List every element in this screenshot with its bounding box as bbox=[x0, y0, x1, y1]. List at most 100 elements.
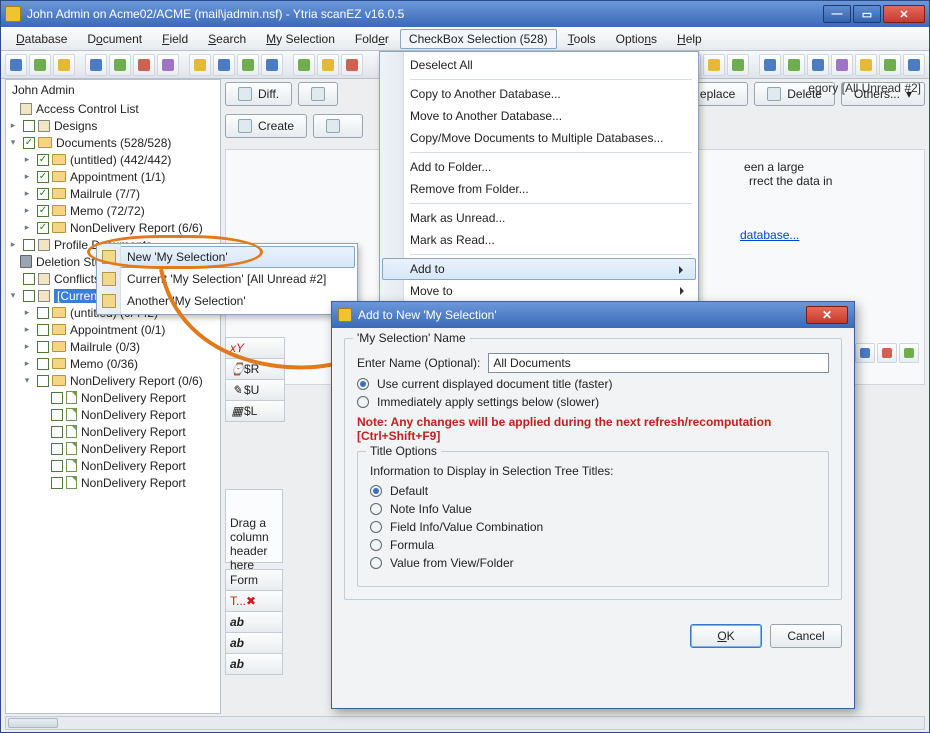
menu-mark-read[interactable]: Mark as Read... bbox=[382, 229, 696, 251]
tree-ndr-item[interactable]: NonDelivery Report bbox=[6, 389, 220, 406]
tool-icon[interactable] bbox=[189, 54, 211, 76]
menu-tools[interactable]: Tools bbox=[559, 29, 605, 49]
tool-icon[interactable] bbox=[341, 54, 363, 76]
cancel-button[interactable]: Cancel bbox=[770, 624, 842, 648]
tree-sub-mailrule[interactable]: ▸Mailrule (0/3) bbox=[6, 338, 220, 355]
menu-my-selection[interactable]: My Selection bbox=[257, 29, 344, 49]
group-drop-area[interactable]: Drag a column header here bbox=[225, 489, 283, 563]
tree-ndr-item[interactable]: NonDelivery Report bbox=[6, 423, 220, 440]
selection-name-input[interactable] bbox=[488, 353, 829, 373]
create-icon bbox=[238, 119, 252, 133]
tool-icon[interactable] bbox=[703, 54, 725, 76]
folder-icon bbox=[52, 222, 66, 233]
tree-sub-appointment[interactable]: ▸Appointment (0/1) bbox=[6, 321, 220, 338]
grid-header[interactable]: xY bbox=[225, 337, 285, 359]
navigation-tree[interactable]: John Admin Access Control List ▸Designs … bbox=[5, 79, 221, 714]
tool-icon[interactable] bbox=[855, 54, 877, 76]
menu-add-folder[interactable]: Add to Folder... bbox=[382, 156, 696, 178]
values-button[interactable] bbox=[298, 82, 338, 106]
menu-field[interactable]: Field bbox=[153, 29, 197, 49]
tool-icon[interactable] bbox=[109, 54, 131, 76]
radio-apply-settings[interactable] bbox=[357, 396, 369, 408]
tree-appointment[interactable]: ▸Appointment (1/1) bbox=[6, 168, 220, 185]
grid-row[interactable]: ab bbox=[225, 632, 283, 654]
radio-field-info[interactable] bbox=[370, 521, 382, 533]
grid-row[interactable]: ab bbox=[225, 653, 283, 675]
tool-icon[interactable] bbox=[899, 343, 919, 363]
radio-formula[interactable] bbox=[370, 539, 382, 551]
tree-ndr[interactable]: ▸NonDelivery Report (6/6) bbox=[6, 219, 220, 236]
tree-acl[interactable]: Access Control List bbox=[6, 100, 220, 117]
tree-memo[interactable]: ▸Memo (72/72) bbox=[6, 202, 220, 219]
radio-note-info[interactable] bbox=[370, 503, 382, 515]
grid-row[interactable]: T...✖ bbox=[225, 590, 283, 612]
minimize-button[interactable]: — bbox=[823, 5, 851, 23]
dialog-close-button[interactable]: ✕ bbox=[806, 306, 848, 324]
submenu-current-selection[interactable]: Current 'My Selection' [All Unread #2] bbox=[99, 268, 355, 290]
tool-icon[interactable] bbox=[783, 54, 805, 76]
tool-icon[interactable] bbox=[855, 343, 875, 363]
tool-icon[interactable] bbox=[237, 54, 259, 76]
grid-row[interactable]: ✎$U bbox=[225, 379, 285, 401]
diff-button[interactable]: Diff. bbox=[225, 82, 292, 106]
tool-icon[interactable] bbox=[53, 54, 75, 76]
radio-view-folder[interactable] bbox=[370, 557, 382, 569]
tool-icon[interactable] bbox=[157, 54, 179, 76]
tree-sub-memo[interactable]: ▸Memo (0/36) bbox=[6, 355, 220, 372]
tool-icon[interactable] bbox=[293, 54, 315, 76]
database-link[interactable]: database... bbox=[740, 228, 799, 242]
menu-document[interactable]: Document bbox=[78, 29, 151, 49]
menu-remove-folder[interactable]: Remove from Folder... bbox=[382, 178, 696, 200]
scrollbar-thumb[interactable] bbox=[8, 718, 58, 728]
tree-designs[interactable]: ▸Designs bbox=[6, 117, 220, 134]
grid-row[interactable]: ab bbox=[225, 611, 283, 633]
grid-header[interactable]: Form bbox=[225, 569, 283, 591]
tree-ndr-item[interactable]: NonDelivery Report bbox=[6, 440, 220, 457]
radio-default[interactable] bbox=[370, 485, 382, 497]
menu-copy-db[interactable]: Copy to Another Database... bbox=[382, 83, 696, 105]
tree-untitled[interactable]: ▸(untitled) (442/442) bbox=[6, 151, 220, 168]
menu-add-to[interactable]: Add to bbox=[382, 258, 696, 280]
tree-ndr-item[interactable]: NonDelivery Report bbox=[6, 457, 220, 474]
tool-icon[interactable] bbox=[727, 54, 749, 76]
submenu-another-selection[interactable]: Another 'My Selection' bbox=[99, 290, 355, 312]
tree-sub-ndr[interactable]: ▾NonDelivery Report (0/6) bbox=[6, 372, 220, 389]
close-button[interactable]: ✕ bbox=[883, 5, 925, 23]
tool-icon[interactable] bbox=[29, 54, 51, 76]
tree-documents[interactable]: ▾Documents (528/528) bbox=[6, 134, 220, 151]
ok-button[interactable]: OK bbox=[690, 624, 762, 648]
tool-icon[interactable] bbox=[133, 54, 155, 76]
grid-row[interactable]: ⌚$R bbox=[225, 358, 285, 380]
menu-search[interactable]: Search bbox=[199, 29, 255, 49]
menu-help[interactable]: Help bbox=[668, 29, 711, 49]
tool-icon[interactable] bbox=[213, 54, 235, 76]
grid-row[interactable]: ▦$L bbox=[225, 400, 285, 422]
tool-icon[interactable] bbox=[831, 54, 853, 76]
tool-icon[interactable] bbox=[807, 54, 829, 76]
radio-use-current-title[interactable] bbox=[357, 378, 369, 390]
tool-icon[interactable] bbox=[261, 54, 283, 76]
menu-move-db[interactable]: Move to Another Database... bbox=[382, 105, 696, 127]
maximize-button[interactable]: ▭ bbox=[853, 5, 881, 23]
menu-options[interactable]: Options bbox=[607, 29, 666, 49]
tool-icon[interactable] bbox=[85, 54, 107, 76]
create-button[interactable]: Create bbox=[225, 114, 307, 138]
tool-icon[interactable] bbox=[317, 54, 339, 76]
rename-button[interactable] bbox=[313, 114, 363, 138]
tool-icon[interactable] bbox=[879, 54, 901, 76]
tool-icon[interactable] bbox=[903, 54, 925, 76]
tree-mailrule[interactable]: ▸Mailrule (7/7) bbox=[6, 185, 220, 202]
tool-icon[interactable] bbox=[5, 54, 27, 76]
menu-folder[interactable]: Folder bbox=[346, 29, 398, 49]
tree-ndr-item[interactable]: NonDelivery Report bbox=[6, 406, 220, 423]
menu-mark-unread[interactable]: Mark as Unread... bbox=[382, 207, 696, 229]
tree-ndr-item[interactable]: NonDelivery Report bbox=[6, 474, 220, 491]
menu-deselect-all[interactable]: Deselect All bbox=[382, 54, 696, 76]
horizontal-scrollbar[interactable] bbox=[5, 716, 925, 730]
menu-database[interactable]: Database bbox=[7, 29, 76, 49]
menu-checkbox-selection[interactable]: CheckBox Selection (528) bbox=[400, 29, 557, 49]
menu-move-to[interactable]: Move to bbox=[382, 280, 696, 302]
tool-icon[interactable] bbox=[877, 343, 897, 363]
tool-icon[interactable] bbox=[759, 54, 781, 76]
menu-copymove-multi[interactable]: Copy/Move Documents to Multiple Database… bbox=[382, 127, 696, 149]
